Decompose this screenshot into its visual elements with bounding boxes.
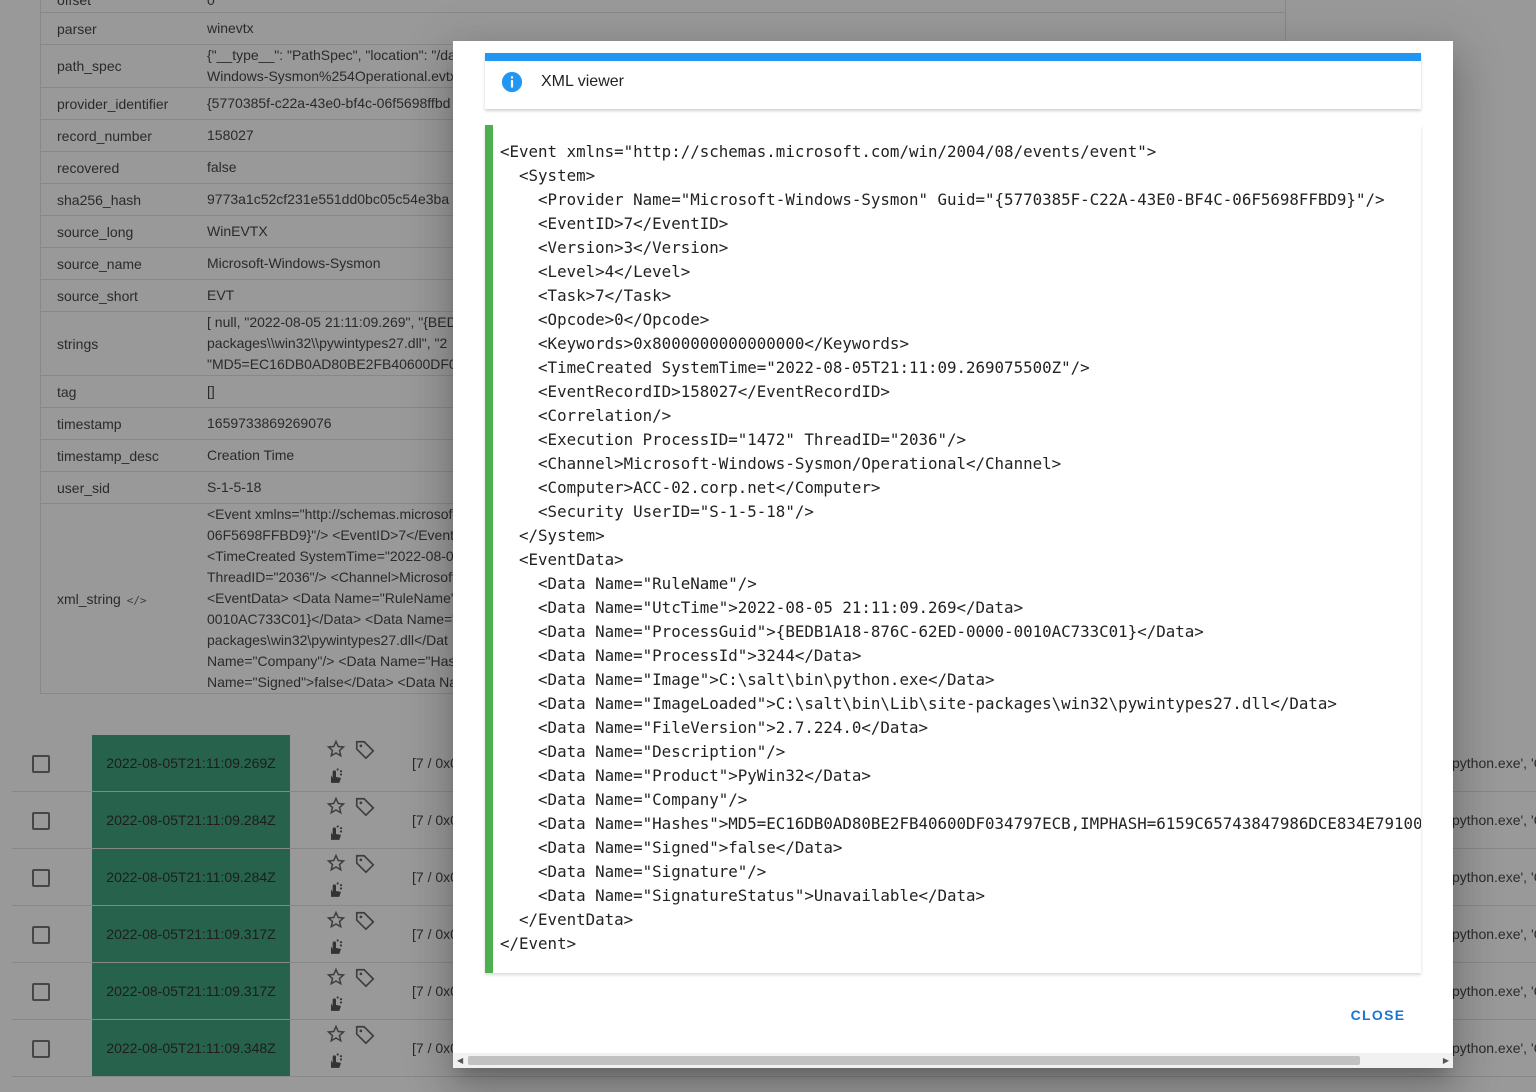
xml-line: <Data Name="SignatureStatus">Unavailable… xyxy=(500,886,986,905)
xml-line: <Data Name="Description"/> xyxy=(500,742,786,761)
xml-line: <EventID>7</EventID> xyxy=(500,214,729,233)
xml-line: <Task>7</Task> xyxy=(500,286,672,305)
dialog-header: XML viewer xyxy=(485,53,1421,109)
xml-line: <Keywords>0x8000000000000000</Keywords> xyxy=(500,334,909,353)
scroll-right-icon[interactable]: ▶ xyxy=(1443,1056,1449,1065)
xml-line: </Event> xyxy=(500,934,577,953)
xml-line: <Data Name="RuleName"/> xyxy=(500,574,757,593)
xml-line: <Channel>Microsoft-Windows-Sysmon/Operat… xyxy=(500,454,1062,473)
xml-line: <System> xyxy=(500,166,596,185)
xml-viewer-dialog: XML viewer <Event xmlns="http://schemas.… xyxy=(453,41,1453,1068)
xml-line: <Computer>ACC-02.corp.net</Computer> xyxy=(500,478,881,497)
xml-line: <Data Name="Hashes">MD5=EC16DB0AD80BE2FB… xyxy=(500,814,1421,833)
xml-line: <Data Name="Signed">false</Data> xyxy=(500,838,843,857)
xml-line: <EventRecordID>158027</EventRecordID> xyxy=(500,382,890,401)
xml-line: <Security UserID="S-1-5-18"/> xyxy=(500,502,814,521)
xml-line: <Provider Name="Microsoft-Windows-Sysmon… xyxy=(500,190,1385,209)
xml-line: <Data Name="Signature"/> xyxy=(500,862,767,881)
scroll-left-icon[interactable]: ◀ xyxy=(457,1056,463,1065)
xml-content: <Event xmlns="http://schemas.microsoft.c… xyxy=(485,125,1421,973)
xml-line: <Data Name="Product">PyWin32</Data> xyxy=(500,766,871,785)
xml-line: </System> xyxy=(500,526,605,545)
horizontal-scrollbar[interactable]: ◀ ▶ xyxy=(453,1053,1453,1068)
xml-line: <Data Name="UtcTime">2022-08-05 21:11:09… xyxy=(500,598,1024,617)
xml-line: <Correlation/> xyxy=(500,406,672,425)
xml-line: <Version>3</Version> xyxy=(500,238,729,257)
xml-line: <Data Name="ImageLoaded">C:\salt\bin\Lib… xyxy=(500,694,1337,713)
xml-line: <Data Name="Image">C:\salt\bin\python.ex… xyxy=(500,670,995,689)
xml-text: <Event xmlns="http://schemas.microsoft.c… xyxy=(500,140,1421,956)
xml-line: <Event xmlns="http://schemas.microsoft.c… xyxy=(500,142,1157,161)
xml-line: <Data Name="ProcessGuid">{BEDB1A18-876C-… xyxy=(500,622,1204,641)
close-button[interactable]: CLOSE xyxy=(1343,1001,1413,1029)
info-icon xyxy=(501,71,523,93)
scrollbar-thumb[interactable] xyxy=(468,1056,1360,1065)
xml-line: <Execution ProcessID="1472" ThreadID="20… xyxy=(500,430,967,449)
xml-line: <Level>4</Level> xyxy=(500,262,691,281)
xml-line: <Data Name="Company"/> xyxy=(500,790,748,809)
xml-line: <TimeCreated SystemTime="2022-08-05T21:1… xyxy=(500,358,1090,377)
xml-line: <Opcode>0</Opcode> xyxy=(500,310,710,329)
xml-line: <EventData> xyxy=(500,550,624,569)
dialog-title: XML viewer xyxy=(541,73,624,90)
xml-line: </EventData> xyxy=(500,910,634,929)
xml-line: <Data Name="FileVersion">2.7.224.0</Data… xyxy=(500,718,928,737)
xml-line: <Data Name="ProcessId">3244</Data> xyxy=(500,646,862,665)
